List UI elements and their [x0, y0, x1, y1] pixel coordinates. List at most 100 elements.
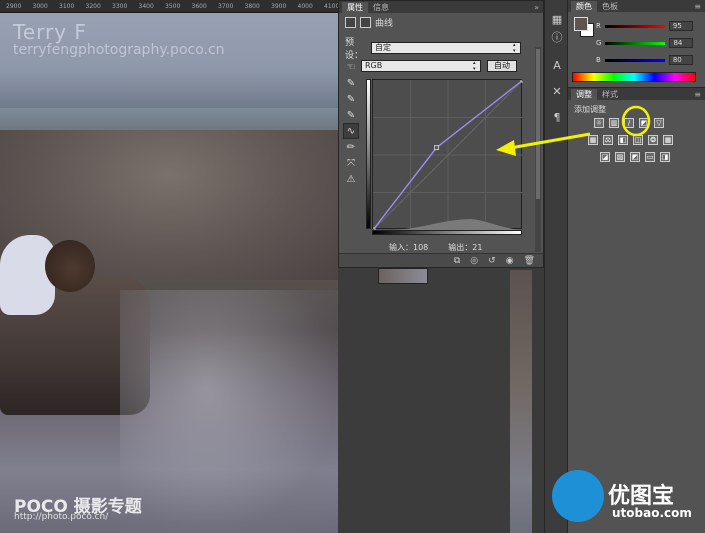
- vibrance-icon[interactable]: ▽: [654, 118, 664, 128]
- photoshop-window: 2900 3000 3100 3200 3300 3400 3500 3600 3700 3800…: [0, 0, 705, 533]
- slider-b-label: B: [596, 56, 601, 64]
- adjustments-panel: 调整 样式 ≡ 添加调整 ☼ ▥ ∕ ◩ ▽ ▦ ⚖ ◧ ◫ ❂ ▦ ◪ ▨ ◩…: [568, 88, 705, 533]
- slider-r-value[interactable]: 95: [668, 21, 693, 31]
- gradient-map-icon[interactable]: ▭: [645, 152, 655, 162]
- panel-dock: ▦ ⓘ A ✕ ¶: [544, 0, 568, 533]
- channel-mixer-icon[interactable]: ❂: [648, 135, 658, 145]
- reset-icon[interactable]: ↺: [488, 256, 496, 266]
- hue-saturation-icon[interactable]: ▦: [588, 135, 598, 145]
- output-value: 输出：21: [448, 243, 483, 252]
- extension-icon[interactable]: ✕: [548, 82, 566, 100]
- slider-b[interactable]: B 80: [596, 54, 705, 66]
- black-point-eyedropper-icon[interactable]: ✎: [343, 75, 359, 91]
- tab-styles[interactable]: 样式: [597, 89, 623, 100]
- slider-r-track[interactable]: [604, 24, 665, 28]
- curves-tools: ☜ ✎ ✎ ✎ ∿ ✏ ⤧ ⚠: [343, 59, 359, 187]
- history-icon[interactable]: ▦: [548, 10, 566, 28]
- photo-filter-icon[interactable]: ◫: [633, 135, 643, 145]
- curves-adjustment-icon: [345, 16, 356, 28]
- tab-color[interactable]: 颜色: [571, 0, 597, 12]
- invert-icon[interactable]: ◪: [600, 152, 610, 162]
- slider-g-track[interactable]: [605, 41, 666, 45]
- levels-icon[interactable]: ▥: [609, 118, 619, 128]
- image-canvas[interactable]: 2900 3000 3100 3200 3300 3400 3500 3600 3700 3800…: [0, 0, 338, 533]
- output-gradient: [366, 79, 371, 229]
- slider-b-value[interactable]: 80: [668, 55, 693, 65]
- preset-select[interactable]: 自定: [371, 42, 521, 54]
- slider-r[interactable]: R 95: [596, 20, 705, 32]
- utobao-logo-url: utobao.com: [612, 506, 692, 520]
- adjust-panel-menu-icon[interactable]: ≡: [694, 90, 701, 99]
- canvas-edge-strip: [510, 270, 532, 533]
- properties-panel: 属性 信息 » 曲线 预设： 自定 ☜ ✎ ✎ ✎ ∿ ✏ ⤧ ⚠ RGB 自动: [338, 0, 544, 268]
- paragraph-icon[interactable]: ¶: [548, 108, 566, 126]
- watermark-name: Terry F: [13, 20, 87, 44]
- pencil-icon[interactable]: ✏: [343, 139, 359, 155]
- properties-scrollbar[interactable]: [535, 47, 541, 252]
- slider-r-label: R: [596, 22, 601, 30]
- properties-footer: ⧉ ◎ ↺ ◉ 🗑: [339, 253, 543, 267]
- slider-b-track[interactable]: [604, 58, 665, 62]
- foreground-swatch[interactable]: [574, 17, 588, 31]
- ruler-tick-label: 3400: [138, 3, 154, 10]
- info-icon[interactable]: ⓘ: [548, 28, 566, 46]
- ruler-tick-label: 2900: [6, 3, 22, 10]
- layer-mask-icon[interactable]: [360, 16, 371, 28]
- curve-control-point[interactable]: [434, 145, 439, 151]
- ruler-tick-label: 4100: [324, 3, 338, 10]
- view-previous-icon[interactable]: ◎: [470, 256, 478, 266]
- model-head: [45, 240, 95, 292]
- selective-color-icon[interactable]: ◨: [660, 152, 670, 162]
- curve-svg[interactable]: [370, 77, 526, 233]
- add-adjustment-label: 添加调整: [574, 105, 606, 114]
- clipping-warning-icon[interactable]: ⚠: [343, 171, 359, 187]
- color-panel-menu-icon[interactable]: ≡: [694, 2, 701, 11]
- white-point-eyedropper-icon[interactable]: ✎: [343, 107, 359, 123]
- panel-collapse-icon[interactable]: »: [534, 3, 539, 12]
- color-balance-icon[interactable]: ⚖: [603, 135, 613, 145]
- poco-url: http://photo.poco.cn/: [14, 512, 109, 522]
- ruler-tick-label: 3300: [112, 3, 128, 10]
- exposure-icon[interactable]: ◩: [639, 118, 649, 128]
- color-panel: 颜色 色板 ≡ R 95 G 84 B 80: [568, 0, 705, 88]
- ruler-tick-label: 3100: [59, 3, 75, 10]
- ruler-tick-label: 3000: [32, 3, 48, 10]
- color-spectrum[interactable]: [572, 72, 696, 82]
- slider-g[interactable]: G 84: [596, 37, 705, 49]
- curves-title: 曲线: [375, 18, 394, 29]
- input-gradient: [372, 230, 522, 235]
- threshold-icon[interactable]: ◩: [630, 152, 640, 162]
- delete-icon[interactable]: 🗑: [524, 256, 535, 266]
- channel-select[interactable]: RGB: [361, 60, 481, 72]
- auto-button[interactable]: 自动: [487, 60, 517, 72]
- ruler-tick-label: 4000: [297, 3, 313, 10]
- gray-point-eyedropper-icon[interactable]: ✎: [343, 91, 359, 107]
- tab-info[interactable]: 信息: [368, 2, 394, 13]
- brightness-icon[interactable]: ☼: [594, 118, 604, 128]
- ruler-tick-label: 3800: [244, 3, 260, 10]
- curve-control-point[interactable]: [520, 77, 526, 83]
- curve-edit-icon[interactable]: ∿: [343, 123, 359, 139]
- smooth-icon[interactable]: ⤧: [343, 155, 359, 171]
- mist-area: [120, 290, 338, 533]
- slider-g-label: G: [596, 39, 602, 47]
- channel-row: RGB 自动: [361, 59, 531, 73]
- clip-to-layer-icon[interactable]: ⧉: [454, 256, 460, 266]
- tab-adjustments[interactable]: 调整: [571, 88, 597, 100]
- slider-g-value[interactable]: 84: [669, 38, 694, 48]
- preset-label: 预设：: [345, 38, 364, 61]
- layer-thumbnail[interactable]: [378, 268, 428, 284]
- tab-properties[interactable]: 属性: [342, 1, 368, 13]
- curves-icon[interactable]: ∕: [624, 118, 634, 128]
- curves-graph[interactable]: [370, 77, 526, 233]
- black-white-icon[interactable]: ◧: [618, 135, 628, 145]
- tab-swatches[interactable]: 色板: [597, 1, 623, 12]
- visibility-icon[interactable]: ◉: [506, 256, 514, 266]
- adjust-icons-row-3: ◪ ▨ ◩ ▭ ◨: [600, 152, 670, 162]
- on-image-adjust-icon[interactable]: ☜: [343, 59, 359, 75]
- character-icon[interactable]: A: [548, 56, 566, 74]
- utobao-bird-icon: [552, 470, 604, 522]
- posterize-icon[interactable]: ▨: [615, 152, 625, 162]
- color-lookup-icon[interactable]: ▦: [663, 135, 673, 145]
- horizontal-ruler: 2900 3000 3100 3200 3300 3400 3500 3600 3700 3800…: [0, 0, 338, 13]
